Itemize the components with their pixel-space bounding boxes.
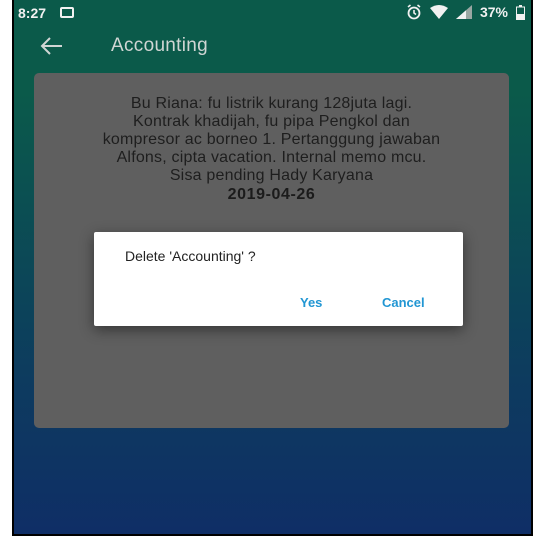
yes-button[interactable]: Yes (300, 295, 322, 310)
delete-dialog: Delete 'Accounting' ? Yes Cancel (94, 232, 463, 326)
device-frame: 8:27 37% Accounting Bu Riana: fu listrik… (12, 0, 533, 536)
dialog-message: Delete 'Accounting' ? (125, 248, 256, 264)
cancel-button[interactable]: Cancel (382, 295, 425, 310)
app-screen: 8:27 37% Accounting Bu Riana: fu listrik… (14, 0, 531, 534)
